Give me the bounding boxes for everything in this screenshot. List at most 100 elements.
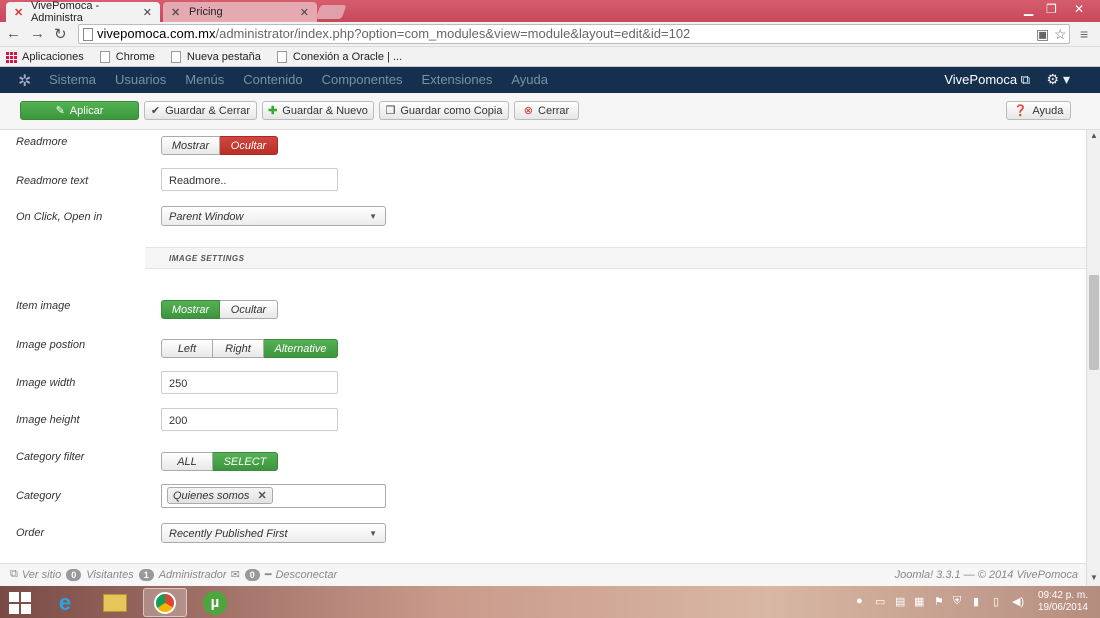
readmore-hide-option[interactable]: Ocultar	[220, 136, 278, 155]
category-multiselect[interactable]: Quienes somos ✕	[161, 484, 386, 508]
site-link[interactable]: VivePomoca ⧉	[944, 72, 1030, 88]
url-path: /administrator/index.php?option=com_modu…	[215, 26, 691, 41]
close-tab-icon[interactable]: ✕	[143, 6, 152, 19]
extension-icon[interactable]: ▣	[1036, 26, 1049, 43]
tray-media-icon[interactable]: ▤	[895, 595, 905, 608]
help-button[interactable]: ❓ Ayuda	[1006, 101, 1071, 120]
restore-icon[interactable]: ❐	[1046, 2, 1057, 16]
item-image-show-option[interactable]: Mostrar	[161, 300, 220, 319]
menu-icon[interactable]: ≡	[1080, 26, 1088, 42]
reload-icon[interactable]: ↻	[54, 25, 67, 43]
joomla-logo-icon[interactable]: ✲	[18, 71, 31, 91]
item-image-hide-option[interactable]: Ocultar	[220, 300, 278, 319]
close-window-icon[interactable]: ✕	[1074, 2, 1084, 16]
url-input[interactable]: vivepomoca.com.mx/administrator/index.ph…	[78, 24, 1070, 44]
category-label: Category	[16, 490, 61, 502]
button-label: Guardar & Nuevo	[282, 104, 368, 117]
readmore-text-label: Readmore text	[16, 175, 89, 187]
windows-taskbar: e µ ● ▭ ▤ ▦ ⚑ ⛨ ▮ ▯ ◀) 09:42 p. m. 19/06…	[0, 586, 1100, 618]
button-label: Aplicar	[69, 104, 104, 117]
messages-count-badge: 0	[244, 568, 260, 581]
vertical-scrollbar[interactable]: ▲ ▼	[1086, 130, 1100, 586]
tray-screen-icon[interactable]: ▭	[875, 595, 885, 608]
tray-flag-icon[interactable]: ⚑	[934, 595, 944, 608]
bookmark-apps[interactable]: Aplicaciones	[6, 51, 84, 63]
on-click-select[interactable]: Parent Window ▼	[161, 206, 386, 226]
order-select[interactable]: Recently Published First ▼	[161, 523, 386, 543]
tab-vivepomoca[interactable]: ✕ VivePomoca - Administra ✕	[6, 0, 160, 24]
tray-network-icon[interactable]: ▦	[914, 595, 924, 608]
system-clock[interactable]: 09:42 p. m. 19/06/2014	[1038, 590, 1088, 614]
gear-icon[interactable]: ⚙ ▾	[1047, 71, 1070, 88]
menu-item-contenido[interactable]: Contenido	[243, 72, 302, 87]
admin-menu: Sistema Usuarios Menús Contenido Compone…	[49, 72, 567, 87]
utorrent-taskbar-icon[interactable]: µ	[193, 588, 237, 617]
tab-pricing[interactable]: ✕ Pricing ✕	[163, 2, 317, 22]
save-copy-button[interactable]: ❐ Guardar como Copia	[379, 101, 509, 120]
chevron-down-icon: ▼	[369, 529, 377, 538]
category-chip: Quienes somos ✕	[167, 487, 273, 504]
tray-utorrent-icon[interactable]: ●	[856, 595, 863, 607]
readmore-toggle: Mostrar Ocultar	[161, 136, 278, 155]
menu-item-menus[interactable]: Menús	[185, 72, 224, 87]
explorer-taskbar-icon[interactable]	[93, 588, 137, 617]
tray-volume-icon[interactable]: ◀)	[1012, 595, 1024, 608]
readmore-label: Readmore	[16, 136, 68, 148]
forward-icon[interactable]: →	[30, 25, 45, 42]
tab-label: VivePomoca - Administra	[30, 0, 100, 24]
bookmark-oracle[interactable]: Conexión a Oracle | ...	[276, 50, 403, 63]
tray-signal-icon[interactable]: ▮	[973, 595, 979, 608]
scroll-down-icon[interactable]: ▼	[1090, 573, 1098, 582]
save-new-button[interactable]: ✚ Guardar & Nuevo	[262, 101, 374, 120]
view-site-link[interactable]: Ver sitio	[22, 569, 61, 581]
tray-battery-icon[interactable]: ▯	[993, 595, 999, 608]
bookmark-label: Nueva pestaña	[186, 50, 261, 63]
star-icon[interactable]: ☆	[1054, 26, 1067, 43]
readmore-show-option[interactable]: Mostrar	[161, 136, 220, 155]
clock-time: 09:42 p. m.	[1037, 590, 1088, 601]
bookmark-label: Conexión a Oracle | ...	[292, 50, 403, 63]
bookmark-new-tab[interactable]: Nueva pestaña	[170, 50, 261, 63]
menu-item-usuarios[interactable]: Usuarios	[115, 72, 166, 87]
new-tab-button[interactable]	[315, 5, 347, 19]
chrome-taskbar-icon[interactable]	[143, 588, 187, 617]
menu-item-ayuda[interactable]: Ayuda	[511, 72, 548, 87]
visitors-label: Visitantes	[86, 568, 134, 581]
admin-navbar: ✲ Sistema Usuarios Menús Contenido Compo…	[0, 67, 1100, 93]
order-label: Order	[16, 527, 45, 539]
position-right-option[interactable]: Right	[213, 339, 264, 358]
remove-chip-icon[interactable]: ✕	[257, 489, 266, 502]
filter-all-option[interactable]: ALL	[161, 452, 213, 471]
position-left-option[interactable]: Left	[161, 339, 213, 358]
scroll-up-icon[interactable]: ▲	[1090, 131, 1098, 140]
logout-link[interactable]: Desconectar	[275, 569, 337, 581]
close-button[interactable]: ⊗ Cerrar	[514, 101, 579, 120]
module-form: Readmore Mostrar Ocultar Readmore text R…	[0, 130, 1086, 560]
save-close-button[interactable]: ✔ Guardar & Cerrar	[144, 101, 257, 120]
scroll-thumb[interactable]	[1089, 275, 1099, 370]
menu-item-extensiones[interactable]: Extensiones	[422, 72, 493, 87]
tray-shield-icon[interactable]: ⛨	[953, 595, 961, 608]
position-alternative-option[interactable]: Alternative	[264, 339, 338, 358]
menu-item-componentes[interactable]: Componentes	[322, 72, 403, 87]
question-icon: ❓	[1013, 105, 1028, 117]
image-position-toggle: Left Right Alternative	[161, 339, 338, 358]
item-image-toggle: Mostrar Ocultar	[161, 300, 278, 319]
filter-select-option[interactable]: SELECT	[213, 452, 278, 471]
image-position-label: Image postion	[16, 339, 86, 351]
image-settings-header: IMAGE SETTINGS	[145, 247, 1086, 269]
close-tab-icon[interactable]: ✕	[300, 6, 309, 19]
apps-grid-icon	[6, 51, 17, 63]
menu-item-sistema[interactable]: Sistema	[49, 72, 96, 87]
image-width-input[interactable]: 250	[161, 371, 338, 394]
bookmark-chrome[interactable]: Chrome	[99, 50, 155, 63]
windows-start-icon[interactable]	[9, 592, 31, 614]
apply-button[interactable]: ✎ Aplicar	[20, 101, 139, 120]
readmore-text-input[interactable]: Readmore..	[161, 168, 338, 191]
image-width-label: Image width	[16, 377, 76, 389]
minimize-icon[interactable]: ▁	[1024, 2, 1033, 16]
image-height-input[interactable]: 200	[161, 408, 338, 431]
back-icon[interactable]: ←	[6, 25, 21, 42]
ie-taskbar-icon[interactable]: e	[43, 588, 87, 617]
bookmarks-bar: Aplicaciones Chrome Nueva pestaña Conexi…	[0, 47, 1100, 67]
